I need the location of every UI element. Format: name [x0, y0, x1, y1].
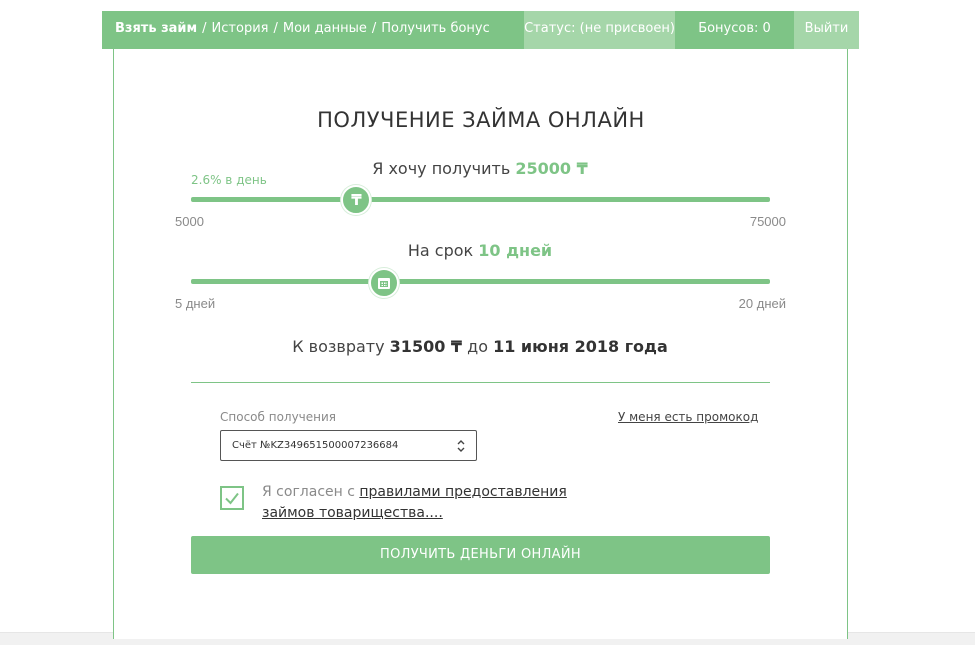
return-date: 11 июня 2018 года [493, 337, 668, 356]
return-summary: К возврату 31500 ₸ до 11 июня 2018 года [190, 337, 770, 356]
term-max-label: 20 дней [738, 296, 786, 311]
amount-value: 25000 ₸ [515, 159, 588, 178]
nav-item-my-data[interactable]: Мои данные [283, 21, 367, 36]
nav-separator: / [273, 21, 278, 36]
nav-item-get-bonus[interactable]: Получить бонус [381, 21, 490, 36]
agree-text: Я согласен с правилами предоставления за… [262, 482, 622, 524]
agree-prefix: Я согласен с [262, 484, 355, 500]
get-money-button[interactable]: ПОЛУЧИТЬ ДЕНЬГИ ОНЛАЙН [191, 536, 770, 574]
page-title: ПОЛУЧЕНИЕ ЗАЙМА ОНЛАЙН [317, 108, 645, 132]
status-badge: Статус: (не присвоен) [524, 11, 675, 49]
amount-label: Я хочу получить [372, 159, 511, 178]
term-label-line: На срок 10 дней [190, 241, 770, 260]
amount-min-label: 5000 [175, 214, 204, 229]
term-value: 10 дней [478, 241, 553, 260]
return-label: К возврату [292, 337, 385, 356]
agree-checkbox[interactable] [220, 486, 244, 510]
tenge-icon: ₸ [351, 191, 362, 209]
receive-method-value: Счёт №KZ349651500007236684 [232, 440, 399, 451]
term-slider-handle[interactable] [369, 268, 399, 298]
select-chevron-icon [457, 440, 465, 452]
amount-label-line: Я хочу получить 25000 ₸ [190, 159, 770, 178]
bonus-counter[interactable]: Бонусов: 0 [675, 11, 794, 49]
nav-separator: / [202, 21, 207, 36]
amount-max-label: 75000 [749, 214, 786, 229]
return-amount: 31500 ₸ [389, 337, 463, 356]
nav-item-history[interactable]: История [212, 21, 269, 36]
term-label: На срок [407, 241, 474, 260]
nav-item-take-loan[interactable]: Взять займ [115, 21, 197, 36]
amount-slider-track[interactable] [191, 197, 770, 202]
term-min-label: 5 дней [175, 296, 216, 311]
return-until: до [467, 337, 488, 356]
nav-separator: / [371, 21, 377, 36]
daily-rate-label: 2.6% в день [191, 173, 267, 187]
logout-button[interactable]: Выйти [794, 11, 859, 49]
breadcrumb-nav: Взять займ / История / Мои данные / Получить б… [102, 11, 490, 49]
checkmark-icon [225, 492, 239, 505]
term-slider-track[interactable] [191, 279, 770, 284]
receive-method-select[interactable]: Счёт №KZ349651500007236684 [220, 430, 477, 461]
top-navigation-bar: Взять займ / История / Мои данные / Получить б… [102, 11, 859, 55]
calendar-icon [378, 277, 390, 289]
section-divider [191, 382, 770, 383]
promo-code-link[interactable]: У меня есть промокод [618, 410, 758, 424]
receive-method-label: Способ получения [220, 410, 337, 424]
